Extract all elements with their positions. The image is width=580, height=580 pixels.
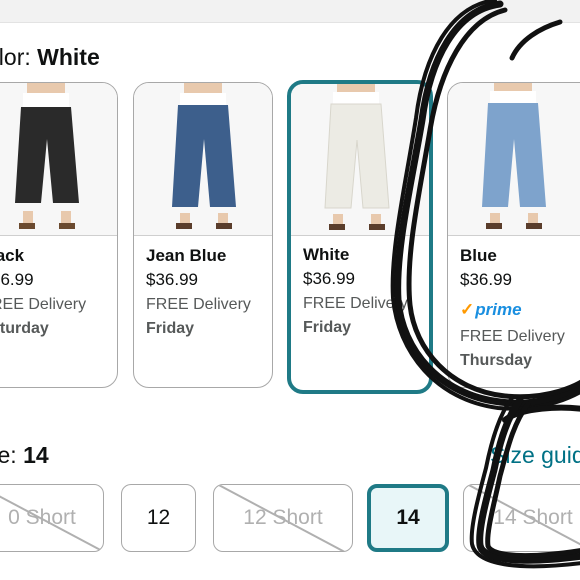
prime-check-icon: ✓	[460, 300, 475, 319]
size-chip-label: 0 Short	[8, 506, 76, 529]
variant-price: $36.99	[460, 270, 512, 289]
product-image	[448, 83, 580, 236]
color-selector-label: olor: White	[0, 44, 100, 71]
size-chip-14[interactable]: 14	[367, 484, 449, 552]
prime-badge: ✓ prime	[460, 295, 580, 325]
variant-card-blue[interactable]: Blue $36.99 ✓ prime FREE Delivery Thursd…	[447, 82, 580, 388]
size-chip-label: 14	[396, 506, 420, 529]
size-guide-link[interactable]: Size guid	[490, 442, 580, 469]
delivery-text: FREE Delivery	[303, 295, 408, 312]
variant-card-jean-blue[interactable]: Jean Blue $36.99 FREE Delivery Friday	[133, 82, 273, 388]
variant-name: White	[303, 245, 350, 264]
pants-image	[324, 84, 390, 230]
size-chip-label: 14 Short	[493, 506, 573, 529]
delivery-day: Friday	[303, 319, 352, 336]
color-value: White	[37, 44, 100, 70]
variant-price: $36.99	[303, 269, 355, 288]
delivery-day: Thursday	[460, 352, 533, 369]
delivery-day: Friday	[146, 320, 195, 337]
size-chip-12-short[interactable]: 12 Short	[213, 484, 353, 552]
product-image	[134, 83, 272, 236]
variant-name: Blue	[460, 246, 497, 265]
variant-name: lack	[0, 246, 25, 265]
variant-card-white[interactable]: White $36.99 FREE Delivery Friday	[287, 80, 433, 394]
pants-image	[15, 83, 79, 229]
top-divider-bar	[0, 0, 580, 23]
size-chip-0-short[interactable]: 0 Short	[0, 484, 104, 552]
product-image	[0, 83, 117, 236]
variant-price: 36.99	[0, 270, 34, 289]
color-label: olor:	[0, 44, 31, 70]
variant-price: $36.99	[146, 270, 198, 289]
size-selector-label: ze: 14	[0, 442, 49, 469]
size-value: 14	[23, 442, 49, 468]
pants-image	[482, 83, 546, 229]
variant-card-black[interactable]: lack 36.99 REE Delivery aturday	[0, 82, 118, 388]
pants-image	[172, 83, 236, 229]
delivery-text: FREE Delivery	[460, 328, 565, 345]
product-image	[291, 84, 429, 236]
prime-label: prime	[475, 300, 522, 319]
size-chip-14-short[interactable]: 14 Short	[463, 484, 580, 552]
delivery-text: FREE Delivery	[146, 296, 251, 313]
size-chip-label: 12	[146, 506, 171, 529]
size-chip-12[interactable]: 12	[121, 484, 196, 552]
size-label: ze:	[0, 442, 17, 468]
delivery-text: REE Delivery	[0, 296, 87, 313]
variant-name: Jean Blue	[146, 246, 227, 265]
delivery-day: aturday	[0, 320, 49, 337]
size-chip-label: 12 Short	[243, 506, 323, 529]
